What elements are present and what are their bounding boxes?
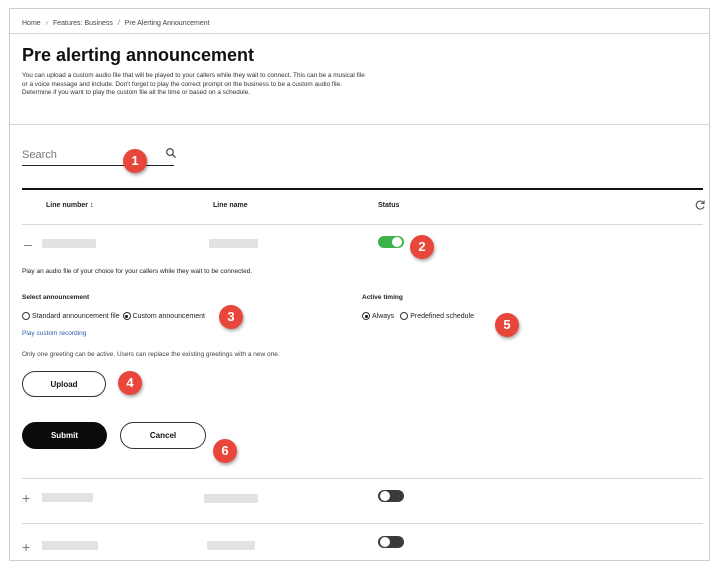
radio-always[interactable] bbox=[362, 312, 370, 320]
toggle-knob bbox=[380, 491, 390, 501]
radio-custom-label[interactable]: Custom announcement bbox=[133, 313, 205, 320]
radio-always-label[interactable]: Always bbox=[372, 313, 394, 320]
page-title: Pre alerting announcement bbox=[22, 45, 255, 65]
callout-badge-1: 1 bbox=[123, 149, 147, 173]
breadcrumb-separator: / bbox=[117, 20, 120, 27]
callout-badge-6: 6 bbox=[213, 439, 237, 463]
radio-predefined-label[interactable]: Predefined schedule bbox=[410, 313, 474, 320]
toggle-knob bbox=[380, 537, 390, 547]
submit-button[interactable]: Submit bbox=[22, 422, 107, 449]
line-name-cell bbox=[204, 494, 258, 503]
callout-badge-5: 5 bbox=[495, 313, 519, 337]
radio-standard[interactable] bbox=[22, 312, 30, 320]
select-announcement-label: Select announcement bbox=[22, 294, 90, 301]
breadcrumb-divider bbox=[10, 33, 709, 34]
callout-badge-2: 2 bbox=[410, 235, 434, 259]
search-icon[interactable] bbox=[165, 147, 177, 159]
breadcrumb-features[interactable]: Features: Business bbox=[53, 20, 113, 27]
column-header-line-number[interactable]: Line number ↕ bbox=[46, 202, 93, 209]
table-top-border bbox=[22, 188, 703, 190]
toggle-knob bbox=[392, 237, 402, 247]
breadcrumb: Home › Features: Business / Pre Alerting… bbox=[22, 20, 210, 27]
line-name-cell bbox=[209, 239, 258, 248]
greeting-note: Only one greeting can be active. Users c… bbox=[22, 351, 280, 358]
expand-icon[interactable]: + bbox=[22, 540, 30, 554]
radio-custom[interactable] bbox=[122, 312, 131, 320]
page-description: You can upload a custom audio file that … bbox=[22, 72, 365, 97]
column-header-line-name: Line name bbox=[213, 202, 248, 209]
active-timing-label: Active timing bbox=[362, 294, 403, 301]
callout-badge-3: 3 bbox=[219, 305, 243, 329]
search-field[interactable] bbox=[22, 145, 174, 166]
play-recording-link[interactable]: Play custom recording bbox=[22, 330, 86, 337]
header-row-divider bbox=[22, 224, 703, 225]
column-header-status: Status bbox=[378, 202, 400, 209]
line-number-cell bbox=[42, 239, 96, 248]
radio-standard-label[interactable]: Standard announcement file bbox=[32, 313, 120, 320]
breadcrumb-home[interactable]: Home bbox=[22, 20, 41, 27]
callout-badge-4: 4 bbox=[118, 371, 142, 395]
line-number-cell bbox=[42, 541, 98, 550]
announcement-radio-group: Standard announcement file Custom announ… bbox=[22, 312, 205, 320]
row-divider bbox=[22, 478, 703, 479]
header-divider bbox=[10, 124, 709, 125]
upload-button[interactable]: Upload bbox=[22, 371, 106, 397]
play-description: Play an audio file of your choice for yo… bbox=[22, 268, 253, 275]
refresh-icon[interactable] bbox=[694, 199, 706, 211]
cancel-button[interactable]: Cancel bbox=[120, 422, 206, 449]
status-toggle[interactable] bbox=[378, 236, 404, 248]
status-toggle[interactable] bbox=[378, 490, 404, 502]
radio-predefined[interactable] bbox=[400, 312, 409, 320]
line-name-cell bbox=[207, 541, 255, 550]
line-number-cell bbox=[42, 493, 93, 502]
expand-icon[interactable]: + bbox=[22, 491, 30, 505]
breadcrumb-current: Pre Alerting Announcement bbox=[124, 20, 210, 27]
timing-radio-group: Always Predefined schedule bbox=[362, 312, 474, 320]
status-toggle[interactable] bbox=[378, 536, 404, 548]
breadcrumb-chevron-icon: › bbox=[45, 20, 48, 27]
collapse-icon[interactable]: – bbox=[24, 237, 32, 251]
row-divider bbox=[22, 523, 703, 524]
